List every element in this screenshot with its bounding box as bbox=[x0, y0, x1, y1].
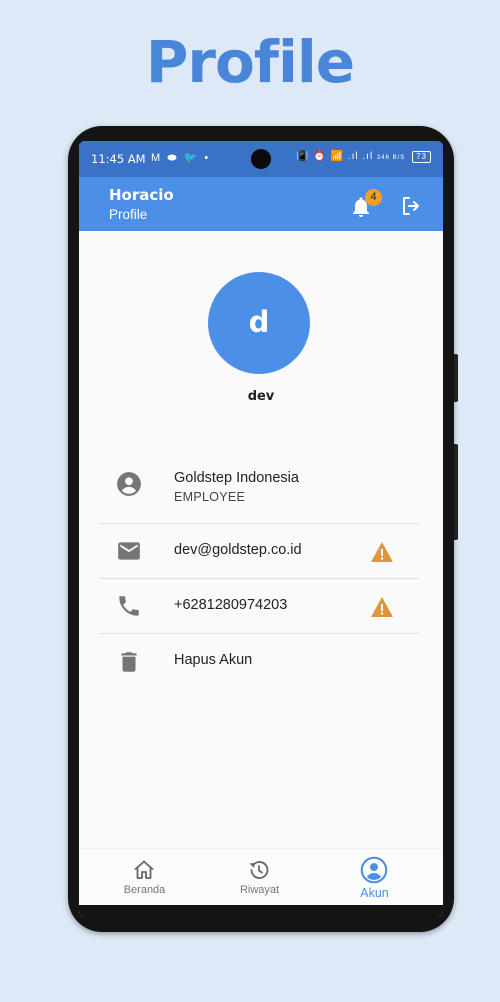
notification-badge: 4 bbox=[365, 189, 382, 206]
avatar: d bbox=[208, 272, 310, 374]
power-button bbox=[454, 444, 458, 540]
phone-frame: 11:45 AM M ⬬ 🐦 • 📳 ⏰ 📶 .ıl .ıl 246 B/S 7… bbox=[68, 126, 458, 932]
phone-row[interactable]: +6281280974203 bbox=[100, 593, 419, 621]
phone-screen: 11:45 AM M ⬬ 🐦 • 📳 ⏰ 📶 .ıl .ıl 246 B/S 7… bbox=[79, 141, 443, 917]
volume-button bbox=[454, 354, 458, 402]
battery-icon: 73 bbox=[412, 151, 431, 163]
account-icon bbox=[360, 856, 388, 884]
divider bbox=[100, 633, 419, 634]
nav-item-riwayat[interactable]: Riwayat bbox=[199, 849, 320, 905]
nav-label: Beranda bbox=[123, 884, 166, 896]
delete-account-label: Hapus Akun bbox=[174, 652, 253, 668]
notification-icons: M ⬬ 🐦 • bbox=[151, 152, 211, 164]
camera-cutout bbox=[251, 149, 271, 169]
divider bbox=[100, 578, 419, 579]
delete-account-row[interactable]: Hapus Akun bbox=[100, 648, 419, 676]
logout-icon[interactable] bbox=[399, 194, 423, 218]
nav-label: Akun bbox=[360, 886, 389, 900]
page-title: Profile bbox=[145, 28, 355, 96]
warning-icon[interactable] bbox=[370, 596, 394, 618]
account-circle-icon bbox=[117, 472, 141, 496]
bottom-navigation: Beranda Riwayat Akun bbox=[79, 849, 443, 905]
phone-text: +6281280974203 bbox=[174, 597, 288, 613]
nav-item-akun[interactable]: Akun bbox=[314, 849, 435, 905]
status-bar: 11:45 AM M ⬬ 🐦 • 📳 ⏰ 📶 .ıl .ıl 246 B/S 7… bbox=[79, 141, 443, 177]
mail-icon bbox=[118, 542, 140, 560]
divider bbox=[100, 523, 419, 524]
company-row: Goldstep Indonesia EMPLOYEE bbox=[100, 470, 419, 511]
gesture-bar bbox=[79, 905, 443, 917]
phone-icon bbox=[119, 596, 139, 616]
status-time: 11:45 AM bbox=[91, 152, 146, 166]
trash-icon bbox=[121, 652, 137, 672]
network-speed: 246 B/S bbox=[376, 155, 406, 161]
home-icon bbox=[134, 860, 154, 879]
app-bar: Horacio Profile 4 bbox=[79, 177, 443, 231]
app-bar-title: Horacio bbox=[109, 186, 174, 204]
company-name: Goldstep Indonesia bbox=[174, 470, 299, 486]
app-bar-subtitle: Profile bbox=[109, 207, 148, 222]
role-label: EMPLOYEE bbox=[174, 490, 246, 504]
email-text: dev@goldstep.co.id bbox=[174, 542, 302, 558]
warning-icon[interactable] bbox=[370, 541, 394, 563]
signal-icons: 📳 ⏰ 📶 .ıl .ıl bbox=[296, 151, 374, 162]
system-icons: 📳 ⏰ 📶 .ıl .ıl 246 B/S 73 bbox=[296, 151, 431, 163]
email-row[interactable]: dev@goldstep.co.id bbox=[100, 538, 419, 566]
username: dev bbox=[247, 389, 275, 404]
history-icon bbox=[249, 861, 269, 879]
nav-label: Riwayat bbox=[239, 884, 280, 896]
nav-item-beranda[interactable]: Beranda bbox=[84, 849, 205, 905]
